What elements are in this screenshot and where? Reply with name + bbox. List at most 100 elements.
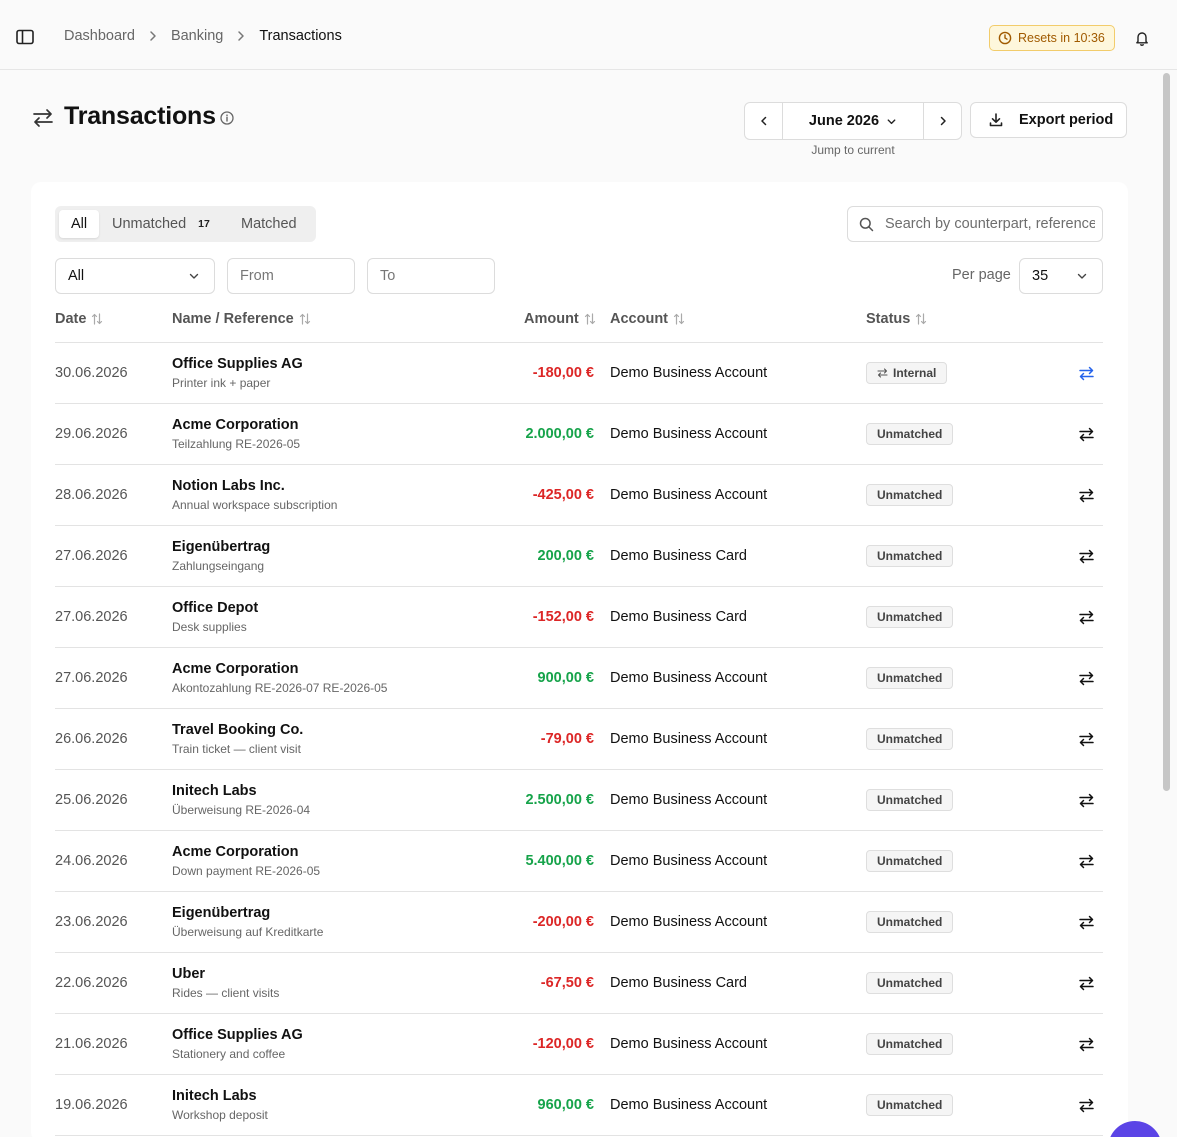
match-arrows-icon[interactable] [1078, 609, 1095, 626]
sidebar-icon[interactable] [16, 29, 34, 45]
row-account: Demo Business Card [610, 975, 747, 991]
table-row[interactable]: 30.06.2026 Office Supplies AG Printer in… [55, 343, 1103, 404]
table-row[interactable]: 21.06.2026 Office Supplies AG Stationery… [55, 1014, 1103, 1075]
row-date: 25.06.2026 [55, 792, 128, 808]
account-filter-select[interactable]: All [55, 258, 215, 294]
table-row[interactable]: 27.06.2026 Acme Corporation Akontozahlun… [55, 648, 1103, 709]
from-date-input[interactable] [227, 258, 355, 294]
status-badge: Unmatched [866, 423, 954, 445]
row-date: 19.06.2026 [55, 1097, 128, 1113]
row-date: 27.06.2026 [55, 670, 128, 686]
status-badge: Unmatched [866, 789, 954, 811]
match-arrows-icon[interactable] [1078, 426, 1095, 443]
match-arrows-icon[interactable] [1078, 853, 1095, 870]
row-date: 24.06.2026 [55, 853, 128, 869]
download-icon [989, 113, 1003, 127]
column-header-amount[interactable]: Amount [524, 311, 596, 327]
tab-all[interactable]: All [59, 210, 99, 238]
match-arrows-icon[interactable] [1078, 1097, 1095, 1114]
match-arrows-icon[interactable] [1078, 731, 1095, 748]
table-row[interactable]: 26.06.2026 Travel Booking Co. Train tick… [55, 709, 1103, 770]
row-reference: Desk supplies [172, 620, 247, 634]
page-scrollbar[interactable] [1160, 71, 1172, 1137]
row-reference: Teilzahlung RE-2026-05 [172, 437, 301, 451]
search-input[interactable] [885, 216, 1095, 232]
match-arrows-icon[interactable] [1078, 365, 1095, 382]
table-row[interactable]: 25.06.2026 Initech Labs Überweisung RE-2… [55, 770, 1103, 831]
chevron-down-icon [189, 273, 199, 279]
row-name: Initech Labs [172, 783, 257, 799]
status-badge: Unmatched [866, 1094, 954, 1116]
status-badge: Unmatched [866, 606, 954, 628]
breadcrumb-dashboard[interactable]: Dashboard [64, 28, 135, 44]
tab-matched-label: Matched [241, 216, 297, 232]
page-title: Transactions [64, 102, 216, 130]
column-header-date[interactable]: Date [55, 311, 103, 327]
status-badge: Unmatched [866, 972, 954, 994]
match-arrows-icon[interactable] [1078, 914, 1095, 931]
row-date: 26.06.2026 [55, 731, 128, 747]
row-amount: -425,00 € [532, 487, 594, 503]
next-period-button[interactable] [923, 103, 961, 139]
row-account: Demo Business Account [610, 853, 768, 869]
previous-period-button[interactable] [745, 103, 783, 139]
row-name: Notion Labs Inc. [172, 478, 285, 494]
unmatched-count-badge: 17 [198, 218, 210, 230]
chevron-down-icon [1077, 273, 1087, 279]
row-amount: 5.400,00 € [525, 853, 594, 869]
breadcrumb: Dashboard Banking Transactions [64, 28, 342, 44]
jump-to-current-link[interactable]: Jump to current [744, 143, 962, 157]
row-name: Office Depot [172, 600, 259, 616]
info-icon[interactable] [220, 111, 234, 125]
period-month-dropdown[interactable]: June 2026 [783, 103, 923, 139]
table-row[interactable]: 28.06.2026 Notion Labs Inc. Annual works… [55, 465, 1103, 526]
top-bar: Dashboard Banking Transactions Resets in… [0, 0, 1177, 70]
row-reference: Down payment RE-2026-05 [172, 864, 321, 878]
column-header-name-label: Name / Reference [172, 311, 294, 327]
row-name: Acme Corporation [172, 661, 299, 677]
row-reference: Printer ink + paper [172, 376, 271, 390]
status-badge: Unmatched [866, 728, 954, 750]
row-date: 27.06.2026 [55, 548, 128, 564]
table-row[interactable]: 19.06.2026 Initech Labs Workshop deposit… [55, 1075, 1103, 1136]
match-arrows-icon[interactable] [1078, 1036, 1095, 1053]
table-row[interactable]: 24.06.2026 Acme Corporation Down payment… [55, 831, 1103, 892]
match-arrows-icon[interactable] [1078, 670, 1095, 687]
column-header-status-label: Status [866, 311, 911, 327]
column-header-amount-label: Amount [524, 311, 579, 327]
match-arrows-icon[interactable] [1078, 487, 1095, 504]
row-date: 27.06.2026 [55, 609, 128, 625]
status-badge: Unmatched [866, 484, 954, 506]
row-amount: -67,50 € [540, 975, 594, 991]
chevron-right-icon [150, 31, 156, 41]
row-reference: Zahlungseingang [172, 559, 265, 573]
tab-unmatched-label: Unmatched [112, 216, 187, 232]
bell-icon[interactable] [1134, 30, 1150, 46]
row-amount: -152,00 € [532, 609, 594, 625]
per-page-select[interactable]: 35 [1019, 258, 1103, 294]
tab-all-label: All [70, 216, 88, 232]
row-reference: Überweisung RE-2026-04 [172, 803, 311, 817]
tab-matched[interactable]: Matched [241, 210, 297, 238]
to-date-input[interactable] [367, 258, 495, 294]
row-name: Initech Labs [172, 1088, 257, 1104]
match-arrows-icon[interactable] [1078, 548, 1095, 565]
match-arrows-icon[interactable] [1078, 792, 1095, 809]
status-badge: Unmatched [866, 545, 954, 567]
match-arrows-icon[interactable] [1078, 975, 1095, 992]
row-reference: Rides — client visits [172, 986, 280, 1000]
table-row[interactable]: 27.06.2026 Office Depot Desk supplies -1… [55, 587, 1103, 648]
chevron-left-icon [760, 116, 766, 126]
row-account: Demo Business Card [610, 609, 747, 625]
table-row[interactable]: 29.06.2026 Acme Corporation Teilzahlung … [55, 404, 1103, 465]
column-header-name[interactable]: Name / Reference [172, 311, 311, 327]
scrollbar-thumb[interactable] [1163, 73, 1170, 791]
breadcrumb-banking[interactable]: Banking [171, 28, 223, 44]
tab-unmatched[interactable]: Unmatched 17 [112, 210, 210, 238]
column-header-account[interactable]: Account [610, 311, 685, 327]
table-row[interactable]: 23.06.2026 Eigenübertrag Überweisung auf… [55, 892, 1103, 953]
column-header-status[interactable]: Status [866, 311, 927, 327]
table-row[interactable]: 27.06.2026 Eigenübertrag Zahlungseingang… [55, 526, 1103, 587]
table-row[interactable]: 22.06.2026 Uber Rides — client visits -6… [55, 953, 1103, 1014]
export-period-button[interactable]: Export period [970, 102, 1127, 138]
